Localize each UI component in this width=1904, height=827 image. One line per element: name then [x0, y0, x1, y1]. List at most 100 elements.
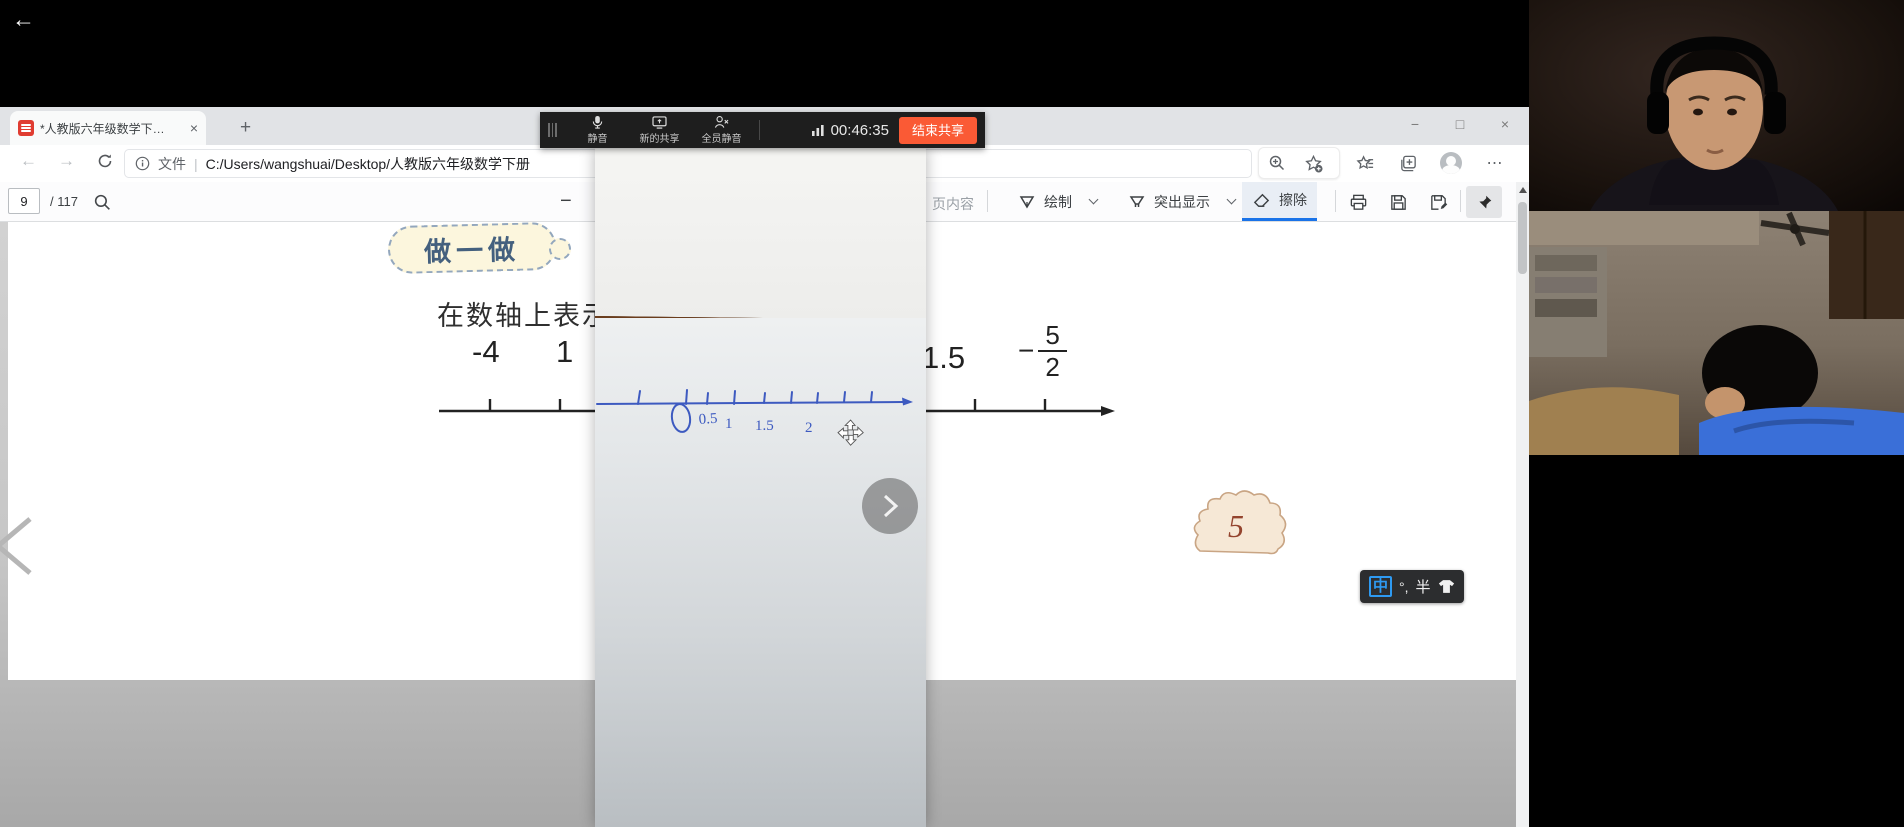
- add-favorite-icon[interactable]: [1300, 150, 1326, 176]
- drag-handle[interactable]: [548, 123, 557, 137]
- profile-avatar[interactable]: [1438, 150, 1464, 176]
- read-aloud-label-truncated[interactable]: 页内容: [932, 194, 974, 214]
- browser-tab[interactable]: *人教版六年级数学下册电子课本 ×: [10, 111, 206, 145]
- end-share-button[interactable]: 结束共享: [898, 116, 977, 144]
- fraction-neg-5-2: − 5 2: [1018, 320, 1067, 382]
- activity-bubble: 做一做: [387, 221, 557, 275]
- phone-video-wall: [595, 148, 926, 318]
- collections-icon[interactable]: [1395, 150, 1421, 176]
- next-page-button[interactable]: [862, 478, 918, 534]
- pdf-scrollbar[interactable]: [1516, 182, 1529, 827]
- fraction-numerator: 5: [1038, 320, 1067, 352]
- tab-title: *人教版六年级数学下册电子课本: [40, 121, 172, 136]
- svg-text:0.5: 0.5: [698, 411, 718, 428]
- erase-label: 擦除: [1279, 192, 1307, 208]
- headphone-cup-left: [1647, 92, 1669, 134]
- save-as-icon[interactable]: [1426, 190, 1450, 214]
- refresh-icon[interactable]: [96, 152, 114, 175]
- ime-language-mode[interactable]: 中: [1369, 576, 1393, 597]
- fraction-denominator: 2: [1045, 352, 1060, 382]
- meeting-share-toolbar: 静音 新的共享 全员静音 00:46:35 结束共享: [540, 112, 985, 148]
- highlighter-icon: [1129, 195, 1145, 207]
- mute-label: 静音: [587, 134, 608, 145]
- signal-bars-icon: [811, 125, 824, 136]
- tab-close-icon[interactable]: ×: [190, 120, 198, 136]
- pen-icon: [1019, 195, 1035, 208]
- scrollbar-thumb[interactable]: [1518, 202, 1527, 274]
- toolbar-divider: [1460, 190, 1461, 212]
- number-neg4: -4: [472, 334, 500, 369]
- participant-video-1: [1529, 0, 1904, 211]
- zoom-out-icon[interactable]: −: [560, 190, 572, 213]
- ime-status-bar[interactable]: 中 °, 半: [1360, 570, 1464, 603]
- svg-text:1.5: 1.5: [755, 418, 774, 434]
- activity-bubble-label: 做一做: [423, 234, 521, 267]
- browser-more-icon[interactable]: ⋯: [1482, 150, 1508, 176]
- handwritten-number-line: 0.5 1 1.5 2: [596, 389, 913, 446]
- print-icon[interactable]: [1346, 190, 1370, 214]
- window-minimize-button[interactable]: −: [1394, 107, 1436, 141]
- system-back-icon[interactable]: ←: [12, 6, 35, 33]
- move-cursor: [837, 419, 864, 446]
- scrollbar-up-arrow[interactable]: [1519, 187, 1527, 193]
- meetbar-divider: [758, 120, 760, 140]
- microphone-icon: [592, 115, 603, 129]
- screen: ← *人教版六年级数学下册电子课本 × + − □ × ← → 文件 | C:/…: [0, 0, 1904, 827]
- chevron-right-icon: [883, 494, 899, 518]
- pin-toolbar-button[interactable]: [1466, 186, 1502, 218]
- participant-video-panel: [1529, 0, 1904, 827]
- ime-punctuation-mode[interactable]: °,: [1399, 579, 1409, 595]
- pin-icon: [1478, 195, 1491, 209]
- window-restore-button[interactable]: □: [1439, 107, 1481, 141]
- new-share-label: 新的共享: [639, 133, 680, 145]
- fraction-sign: −: [1018, 335, 1035, 366]
- svg-text:2: 2: [805, 420, 813, 436]
- favorites-bar-icon[interactable]: [1352, 150, 1378, 176]
- eraser-icon: [1253, 193, 1270, 207]
- highlight-button[interactable]: 突出显示: [1118, 182, 1245, 221]
- nav-back-icon[interactable]: ←: [20, 151, 37, 171]
- mute-all-button[interactable]: 全员静音: [691, 115, 753, 145]
- number-1-5: 1.5: [922, 340, 966, 375]
- mute-all-icon: [714, 116, 729, 128]
- share-timer: 00:46:35: [830, 121, 889, 139]
- activity-bubble-tail: [549, 238, 571, 260]
- exercise-prompt: 在数轴上表示: [437, 301, 611, 331]
- previous-page-chevron[interactable]: [0, 515, 36, 582]
- page-number-input[interactable]: [8, 188, 40, 214]
- screen-share-icon: [652, 115, 667, 129]
- svg-text:1: 1: [725, 416, 733, 432]
- toolbar-divider: [987, 190, 988, 212]
- page-total-label: / 117: [50, 194, 78, 209]
- ceiling: [1529, 211, 1759, 245]
- save-icon[interactable]: [1386, 190, 1410, 214]
- toolbar-divider: [1335, 190, 1336, 212]
- page-badge: 5: [1228, 508, 1244, 544]
- new-tab-button[interactable]: +: [240, 114, 251, 142]
- chevron-down-icon[interactable]: [1088, 194, 1099, 205]
- number-1: 1: [556, 334, 574, 369]
- headphone-cup-right: [1764, 92, 1786, 134]
- address-divider: |: [194, 155, 198, 172]
- mute-all-label: 全员静音: [701, 134, 742, 145]
- page-number-cloud: 5: [1190, 487, 1290, 566]
- new-share-button[interactable]: 新的共享: [629, 115, 691, 145]
- ime-width-mode[interactable]: 半: [1416, 576, 1431, 597]
- nav-forward-icon[interactable]: →: [58, 151, 75, 171]
- highlight-label: 突出显示: [1154, 193, 1210, 210]
- mute-button[interactable]: 静音: [567, 115, 629, 145]
- info-icon: [135, 156, 150, 171]
- chevron-down-icon[interactable]: [1226, 194, 1237, 205]
- draw-button[interactable]: 绘制: [1008, 182, 1107, 221]
- window-close-button[interactable]: ×: [1484, 107, 1526, 141]
- search-icon[interactable]: [90, 190, 114, 214]
- zoom-page-icon[interactable]: [1264, 150, 1290, 176]
- participant-video-2: [1529, 211, 1904, 455]
- person2-blue-shirt: [1699, 406, 1904, 455]
- erase-button[interactable]: 擦除: [1242, 182, 1317, 221]
- address-scheme-label: 文件: [158, 155, 186, 172]
- chair: [1529, 387, 1679, 455]
- ime-skin-shirt-icon[interactable]: [1438, 579, 1455, 594]
- draw-label: 绘制: [1044, 193, 1072, 210]
- address-url: C:/Users/wangshuai/Desktop/人教版六年级数学下册: [205, 155, 531, 172]
